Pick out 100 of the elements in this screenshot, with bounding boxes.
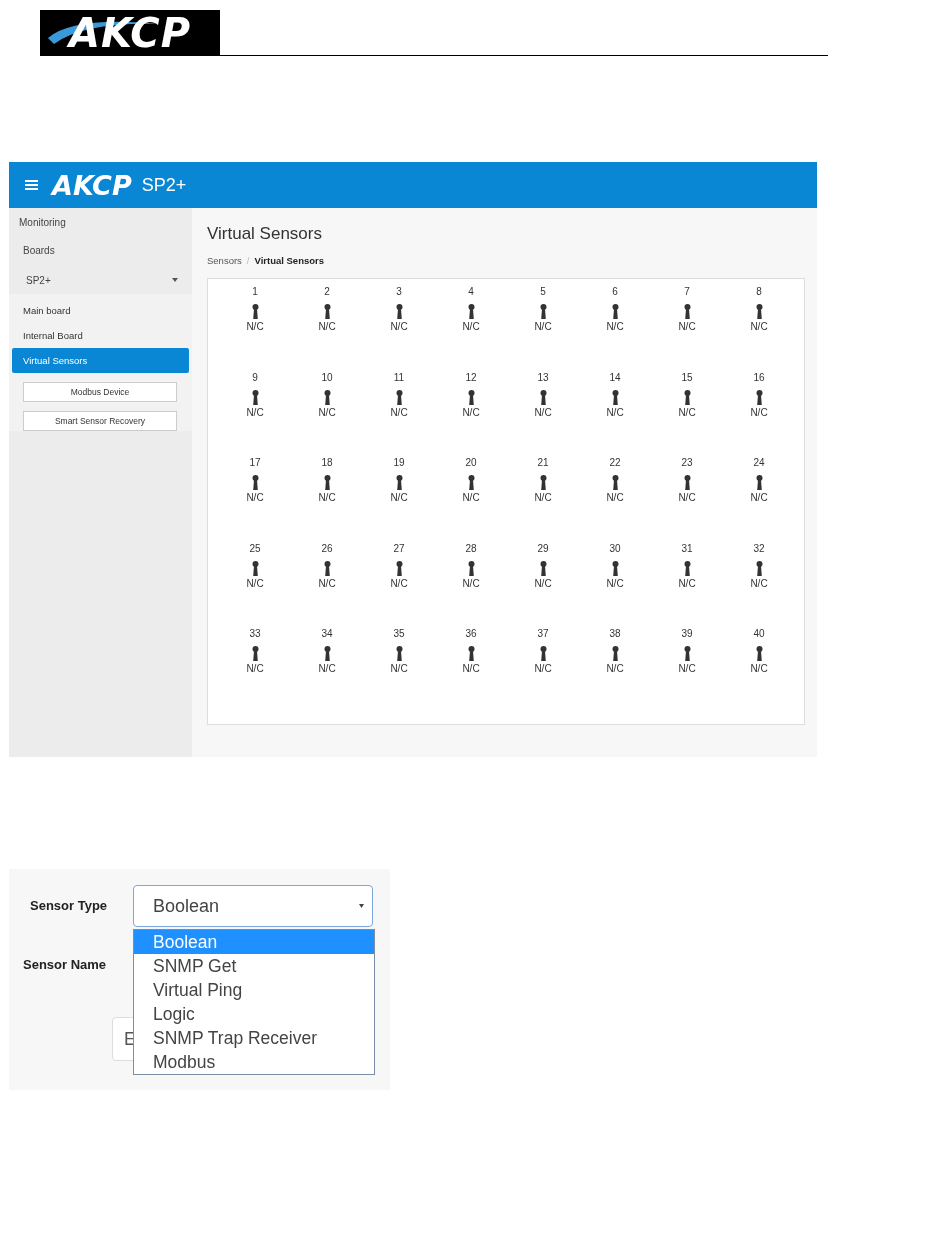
sensor-status: N/C [462,492,480,504]
sensor-number: 21 [537,457,549,471]
sensor-status: N/C [534,492,552,504]
sidebar-button[interactable]: Smart Sensor Recovery [23,411,177,431]
field-label: Sensor Name [23,957,107,972]
sensor-status: N/C [678,663,696,675]
sensor-status: N/C [390,406,408,418]
sensor-status: N/C [678,492,696,504]
sensor-status: N/C [750,321,768,332]
sensor-number: 11 [393,371,405,385]
sensor-number: 37 [537,628,549,642]
sidebar-item[interactable]: Internal Board [12,323,189,348]
sensor-number: 17 [249,457,261,471]
sidebar-item[interactable]: Main board [12,298,189,323]
sensor-probe-icon [683,646,691,662]
sensor-status: N/C [678,406,696,418]
sensor-status: N/C [606,406,624,418]
sensor-probe-icon [251,646,259,662]
sensor-status: N/C [390,663,408,675]
sensor-status: N/C [606,321,624,332]
sensor-probe-icon [539,646,547,662]
sensor-probe-icon [611,560,619,576]
sensor-probe-icon [611,389,619,405]
sensor-probe-icon [395,389,403,405]
sensor-number: 26 [321,542,333,556]
breadcrumb-current: Virtual Sensors [254,255,325,266]
sensor-number: 8 [756,286,762,299]
sensor-number: 30 [609,542,621,556]
device-menu-item[interactable]: SP2+ [9,266,192,294]
sensor-number: 25 [249,542,261,556]
sensor-status: N/C [462,406,480,418]
sensor-number: 31 [681,542,693,556]
sensor-status: N/C [606,492,624,504]
sensor-probe-icon [467,389,475,405]
sensor-probe-icon [611,646,619,662]
sensor-number: 34 [321,628,333,642]
sensor-probe-icon [539,560,547,576]
sidebar-button[interactable]: Modbus Device [23,382,177,402]
sensor-number: 16 [753,371,765,385]
sensor-number: 18 [321,457,333,471]
sensor-probe-icon [323,389,331,405]
app-logo: AKCP [52,169,132,201]
sensor-number: 35 [393,628,405,642]
sensor-number: 7 [684,286,690,299]
sensor-probe-icon [683,389,691,405]
sensor-probe-icon [683,304,691,319]
sensor-status: N/C [606,663,624,675]
sensor-number: 39 [681,628,693,642]
sensor-number: 5 [540,286,546,299]
breadcrumb-link[interactable]: Sensors [207,255,242,266]
sensor-status: N/C [318,321,336,332]
sensor-status: N/C [534,321,552,332]
sensor-status: N/C [750,492,768,504]
sensor-status: N/C [246,321,264,332]
sensor-number: 6 [612,286,618,299]
sensor-status: N/C [390,321,408,332]
sensor-number: 32 [753,542,765,556]
sidebar-item[interactable]: Boards [9,236,192,266]
sensor-number: 12 [465,371,477,385]
sensor-probe-icon [467,646,475,662]
sensor-number: 22 [609,457,621,471]
sensor-probe-icon [395,646,403,662]
sidebar-heading: Monitoring [18,216,67,230]
sensor-number: 10 [321,371,333,385]
sensor-number: 36 [465,628,477,642]
sensor-number: 27 [393,542,405,556]
sensor-probe-icon [251,304,259,319]
sensor-probe-icon [755,389,763,405]
sensor-status: N/C [606,577,624,589]
sensor-status: N/C [246,663,264,675]
sensor-number: 29 [537,542,549,556]
sensor-probe-icon [683,475,691,491]
sidebar-item[interactable]: Virtual Sensors [12,348,189,373]
sensor-probe-icon [467,475,475,491]
company-logo: AKCP [40,10,220,55]
sensor-type-select[interactable]: Boolean [133,885,373,927]
sensor-number: 15 [681,371,693,385]
menu-icon[interactable] [25,180,38,190]
sensor-number: 19 [393,457,405,471]
sensor-status: N/C [318,663,336,675]
sensor-status: N/C [462,321,480,332]
sensor-status: N/C [462,663,480,675]
sensor-status: N/C [750,577,768,589]
sensor-number: 38 [609,628,621,642]
sensor-number: 9 [252,371,258,385]
sensor-probe-icon [755,560,763,576]
sensor-status: N/C [678,577,696,589]
sensor-probe-icon [395,475,403,491]
sensor-status: N/C [318,492,336,504]
sensor-status: N/C [750,663,768,675]
sensor-status: N/C [678,321,696,332]
field-label: Sensor Type [30,898,108,913]
sensor-status: N/C [318,577,336,589]
product-name: SP2+ [141,174,187,196]
sensor-status: N/C [534,577,552,589]
page-title: Virtual Sensors [207,224,323,244]
sensor-probe-icon [467,560,475,576]
sensor-probe-icon [755,304,763,319]
sensor-number: 14 [609,371,621,385]
sensor-probe-icon [755,646,763,662]
